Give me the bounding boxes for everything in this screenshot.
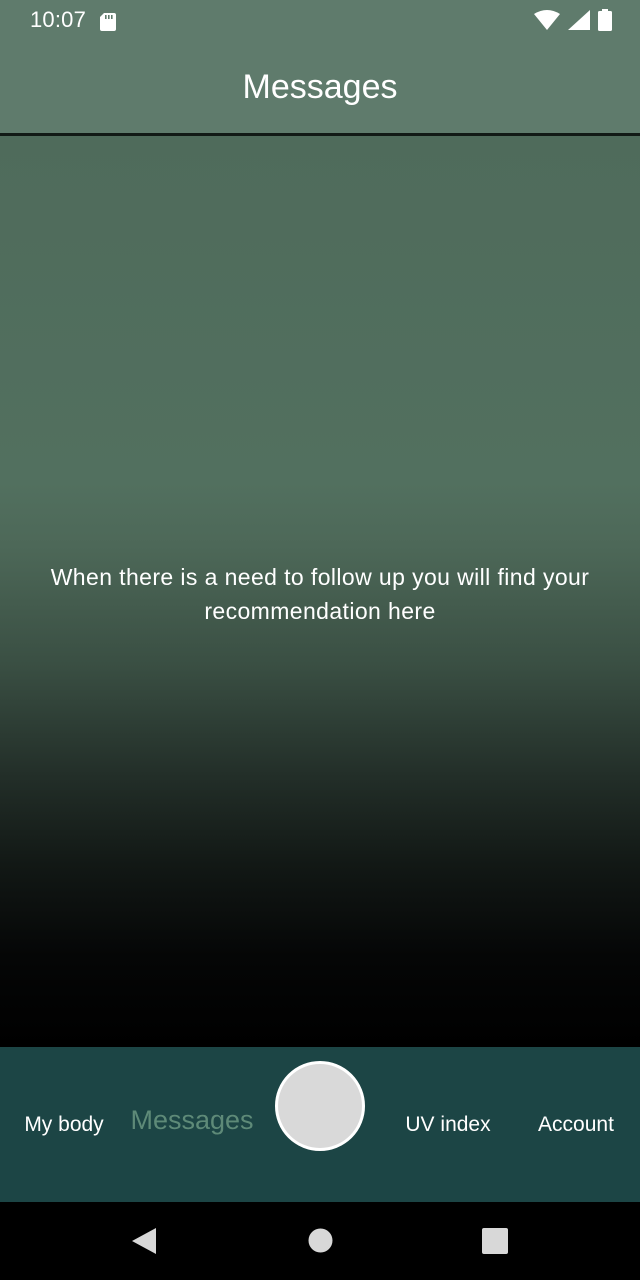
nav-item-account[interactable]: Account <box>512 1047 640 1202</box>
nav-item-uv-index[interactable]: UV index <box>384 1047 512 1202</box>
home-icon[interactable] <box>308 1228 333 1258</box>
system-navigation-bar <box>0 1202 640 1280</box>
nav-item-label: My body <box>24 1112 104 1136</box>
messages-content: When there is a need to follow up you wi… <box>0 136 640 1047</box>
page-title: Messages <box>242 67 398 106</box>
bottom-navigation: My body Messages UV index Account <box>0 1047 640 1202</box>
status-time: 10:07 <box>30 7 87 32</box>
scan-button[interactable] <box>275 1061 365 1151</box>
empty-state-message: When there is a need to follow up you wi… <box>50 564 590 624</box>
status-icons <box>534 9 612 31</box>
nav-item-label: UV index <box>405 1112 491 1136</box>
battery-icon <box>598 9 612 31</box>
status-bar: 10:07 <box>0 0 640 40</box>
wifi-icon <box>534 10 560 30</box>
app-bar: Messages <box>0 40 640 134</box>
nav-item-messages[interactable]: Messages <box>128 1043 256 1198</box>
nav-item-label: Messages <box>130 1105 254 1135</box>
nav-item-my-body[interactable]: My body <box>0 1047 128 1202</box>
recents-icon[interactable] <box>482 1228 508 1259</box>
sd-card-icon <box>100 11 117 31</box>
cellular-signal-icon <box>568 10 590 30</box>
back-icon[interactable] <box>132 1228 156 1259</box>
nav-item-label: Account <box>538 1112 614 1136</box>
